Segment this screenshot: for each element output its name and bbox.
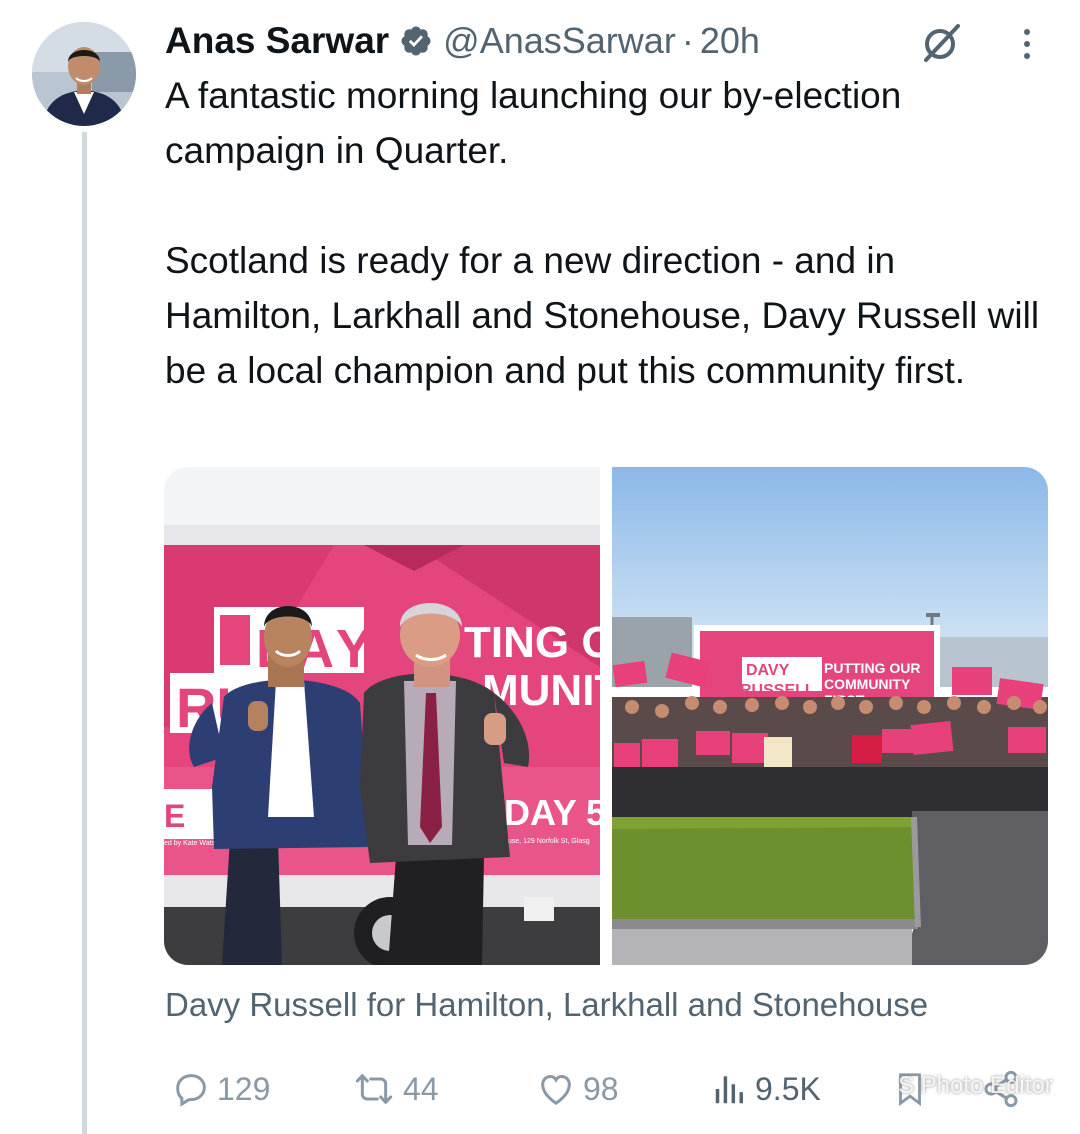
avatar-image (32, 22, 136, 126)
reply-count: 129 (217, 1070, 271, 1107)
tweet-header: Anas Sarwar @AnasSarwar · 20h (165, 16, 760, 66)
photo1-billboard-slogan-line1: TING OUR (464, 618, 600, 667)
tweet-timestamp[interactable]: 20h (700, 20, 760, 62)
photo2-billboard-slogan-line1: PUTTING OUR (824, 660, 920, 676)
author-handle[interactable]: @AnasSarwar (443, 20, 676, 62)
photo1-billboard-fine-right: ouse, 129 Norfolk St, Glasg (504, 838, 590, 845)
grok-icon[interactable] (918, 20, 964, 66)
verified-badge-icon[interactable] (399, 24, 433, 58)
photo2-billboard-slogan-line2: COMMUNITY (824, 676, 911, 692)
author-display-name[interactable]: Anas Sarwar (165, 20, 389, 62)
photo1-billboard-day: DAY 5 (504, 792, 600, 833)
more-options-icon[interactable] (1012, 24, 1042, 64)
tweet-paragraph-1: A fantastic morning launching our by-ele… (165, 75, 902, 171)
views-count: 9.5K (755, 1070, 821, 1107)
media-photo-2[interactable]: DAVY RUSSELL PUTTING OUR COMMUNITY FIRST (612, 467, 1048, 965)
photo1-billboard-e-letter: E (164, 798, 185, 834)
photo-editor-watermark: S Photo Editor (898, 1072, 1053, 1099)
like-count: 98 (583, 1070, 619, 1107)
repost-button[interactable]: 44 (351, 1062, 439, 1116)
profile-avatar[interactable] (32, 22, 136, 126)
repost-count: 44 (403, 1070, 439, 1107)
views-analytics-icon (715, 1076, 743, 1104)
tweet-body: A fantastic morning launching our by-ele… (165, 68, 1055, 398)
header-separator: · (681, 20, 694, 61)
reply-icon (176, 1074, 206, 1107)
views-button[interactable]: 9.5K (711, 1062, 821, 1116)
like-button[interactable]: 98 (535, 1062, 619, 1116)
reply-button[interactable]: 129 (171, 1062, 270, 1116)
tweet-paragraph-2: Scotland is ready for a new direction - … (165, 240, 1040, 391)
repost-icon (355, 1074, 393, 1104)
photo1-billboard-name-line1b: Y (336, 619, 372, 679)
media-card-caption[interactable]: Davy Russell for Hamilton, Larkhall and … (165, 982, 928, 1028)
like-heart-icon (541, 1074, 571, 1105)
photo2-billboard-name-line2: RUSSELL (740, 682, 815, 699)
thread-connector-line (82, 132, 87, 1134)
media-photo-1[interactable]: DA Y RU TING OUR MUNITY E Sc DAY 5 ed by… (164, 467, 600, 965)
media-grid: DA Y RU TING OUR MUNITY E Sc DAY 5 ed by… (164, 467, 1048, 965)
photo2-billboard-name-line1: DAVY (746, 662, 790, 679)
